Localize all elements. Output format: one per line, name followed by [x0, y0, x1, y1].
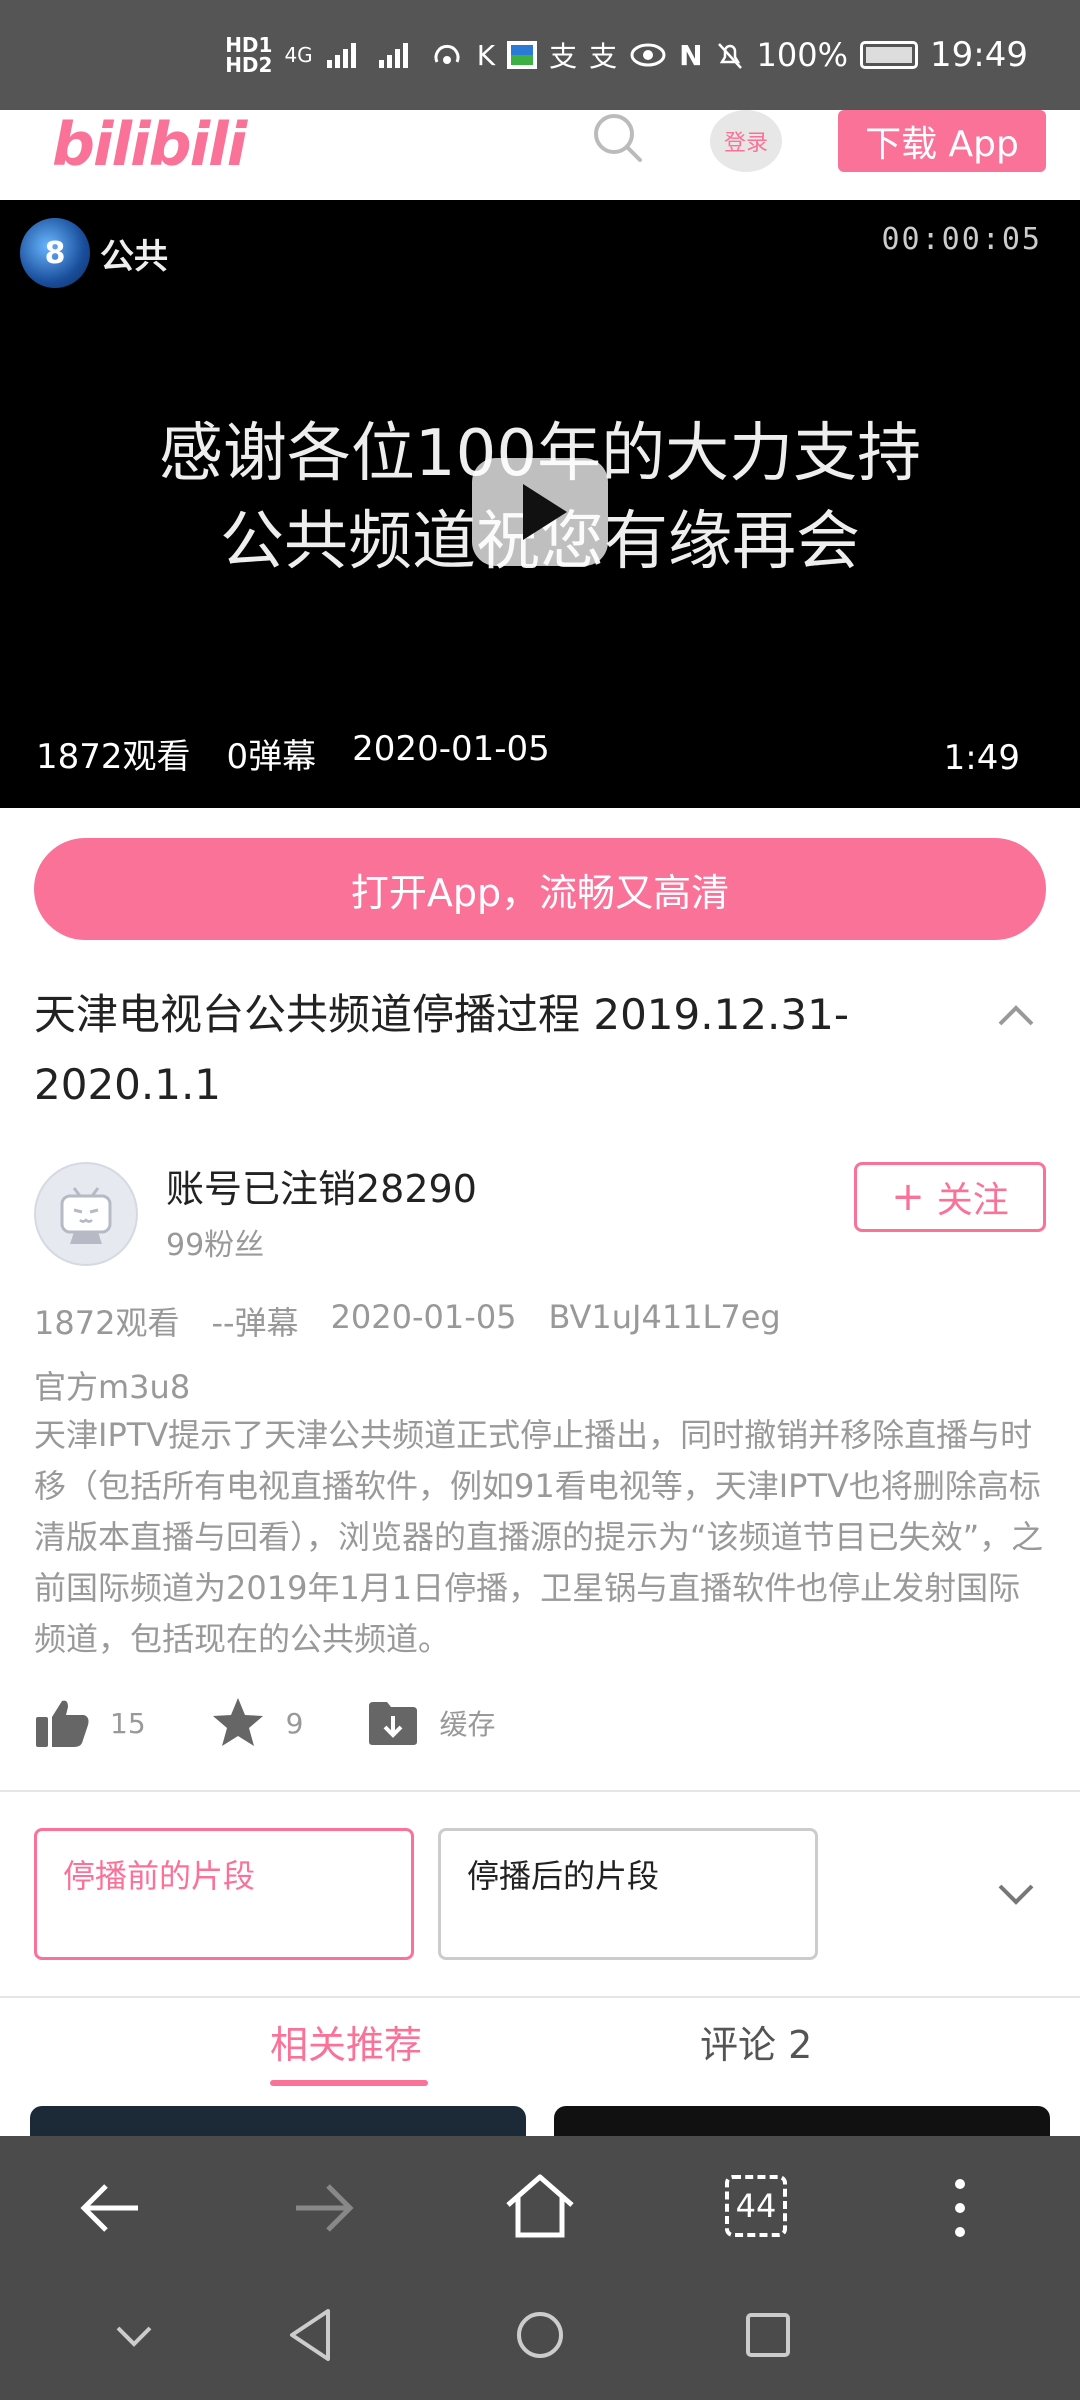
square-recents-icon — [746, 2313, 790, 2357]
app-pay2-icon: 支 — [589, 40, 618, 73]
status-icons: HD1 HD2 4G K 支 支 N 100% — [225, 33, 919, 77]
favorite-count: 9 — [285, 1706, 304, 1740]
download-app-button[interactable]: 下载 App — [838, 110, 1046, 172]
star-icon — [212, 1698, 263, 1746]
plus-icon: + — [891, 1174, 925, 1220]
thumbs-up-icon — [36, 1700, 89, 1747]
hd-indicator: HD1 HD2 — [225, 33, 273, 77]
video-duration: 1:49 — [943, 738, 1020, 778]
site-header: bilibili 登录 下载 App — [0, 110, 1080, 200]
video-stats: 1872观看 0弹幕 2020-01-05 — [36, 729, 550, 778]
meta-date: 2020-01-05 — [330, 1298, 517, 1336]
hide-nav-button[interactable] — [110, 2316, 158, 2356]
chevron-up-icon[interactable] — [996, 1000, 1036, 1030]
login-button[interactable]: 登录 — [710, 110, 782, 172]
follow-button[interactable]: + 关注 — [854, 1162, 1046, 1232]
back-button[interactable] — [70, 2172, 150, 2244]
episode-parts: 停播前的片段 停播后的片段 — [34, 1828, 818, 1960]
chevron-down-icon — [116, 2326, 152, 2347]
forward-button[interactable] — [284, 2172, 364, 2244]
triangle-back-icon — [290, 2309, 330, 2361]
mute-bell-icon — [717, 43, 742, 69]
tab-count-icon: 44 — [725, 2175, 787, 2237]
tv-mascot-icon — [60, 1187, 112, 1244]
system-nav-bar — [0, 2280, 1080, 2400]
meta-bvid: BV1uJ411L7eg — [548, 1298, 781, 1336]
video-danmaku: 0弹幕 — [226, 737, 317, 777]
play-icon — [523, 484, 567, 540]
app-k-icon: K — [476, 38, 496, 72]
channel-name: 公共 — [100, 236, 168, 277]
battery-percent: 100% — [756, 36, 849, 74]
author-fans: 99粉丝 — [166, 1228, 265, 1263]
clock: 19:49 — [930, 35, 1028, 75]
tab-comments[interactable]: 评论 2 — [700, 2014, 812, 2069]
description-text: 天津IPTV提示了天津公共频道正式停止播出，同时撤销并移除直播与时移（包括所有电… — [34, 1416, 1044, 1658]
video-timecode: 00:00:05 — [881, 222, 1042, 257]
content-tabs: 相关推荐 评论 2 — [0, 2000, 1080, 2086]
divider — [0, 1790, 1080, 1792]
bilibili-logo[interactable]: bilibili — [52, 110, 247, 180]
status-bar: HD1 HD2 4G K 支 支 N 100% 19:49 — [0, 0, 1080, 110]
video-date: 2020-01-05 — [352, 729, 550, 769]
author-name[interactable]: 账号已注销28290 — [166, 1158, 477, 1213]
video-title: 天津电视台公共频道停播过程 2019.12.31-2020.1.1 — [34, 990, 849, 1109]
video-views: 1872观看 — [36, 737, 191, 777]
menu-button[interactable] — [930, 2170, 990, 2246]
search-icon[interactable] — [590, 110, 646, 166]
more-vertical-icon — [955, 2179, 965, 2237]
channel-logo: 8 公共 — [20, 218, 168, 288]
action-bar: 15 9 缓存 — [34, 1696, 559, 1750]
signal-icon: 4G — [284, 43, 313, 67]
cache-button[interactable]: 缓存 — [367, 1700, 495, 1746]
follow-label: 关注 — [936, 1180, 1009, 1221]
signal-bars-icon — [326, 43, 356, 68]
play-button[interactable] — [472, 458, 608, 566]
tabs-button[interactable]: 44 — [716, 2170, 796, 2242]
app-flag-icon — [507, 41, 538, 69]
divider — [0, 1996, 1080, 1998]
video-player[interactable]: 8 公共 00:00:05 感谢各位100年的大力支持 公共频道祝您有缘再会 1… — [0, 200, 1080, 808]
like-count: 15 — [110, 1706, 146, 1740]
signal-bars-2-icon — [378, 43, 408, 68]
home-icon — [506, 2174, 574, 2238]
active-tab-indicator — [270, 2080, 428, 2086]
related-thumbnail-1[interactable] — [30, 2106, 526, 2136]
arrow-right-icon — [296, 2184, 354, 2232]
part-item-2[interactable]: 停播后的片段 — [438, 1828, 818, 1960]
favorite-button[interactable]: 9 — [210, 1696, 304, 1750]
home-button[interactable] — [500, 2166, 580, 2246]
chevron-down-icon[interactable] — [996, 1878, 1036, 1908]
meta-danmaku: --弹幕 — [211, 1304, 299, 1342]
battery-icon — [860, 41, 919, 69]
nfc-icon: N — [679, 38, 703, 72]
arrow-left-icon — [80, 2184, 138, 2232]
meta-views: 1872观看 — [34, 1304, 180, 1342]
video-meta: 1872观看 --弹幕 2020-01-05 BV1uJ411L7eg — [34, 1298, 781, 1344]
hotspot-icon — [434, 44, 460, 64]
download-folder-icon — [369, 1702, 418, 1745]
browser-toolbar: 44 — [0, 2136, 1080, 2280]
tab-related[interactable]: 相关推荐 — [270, 2014, 422, 2069]
circle-home-icon — [517, 2312, 563, 2358]
channel-number: 8 — [20, 218, 90, 288]
open-app-button[interactable]: 打开App，流畅又高清 — [34, 838, 1046, 940]
system-back-button[interactable] — [280, 2300, 340, 2370]
related-thumbnail-2[interactable] — [554, 2106, 1050, 2136]
system-recents-button[interactable] — [738, 2302, 798, 2368]
app-pay-icon: 支 — [549, 40, 578, 73]
eye-icon — [630, 43, 666, 67]
description-source: 官方m3u8 — [34, 1368, 191, 1406]
avatar[interactable] — [34, 1162, 138, 1266]
cache-label: 缓存 — [439, 1708, 496, 1741]
tab-count: 44 — [735, 2187, 777, 2225]
system-home-button[interactable] — [510, 2302, 570, 2368]
part-item-1[interactable]: 停播前的片段 — [34, 1828, 414, 1960]
like-button[interactable]: 15 — [34, 1697, 146, 1749]
